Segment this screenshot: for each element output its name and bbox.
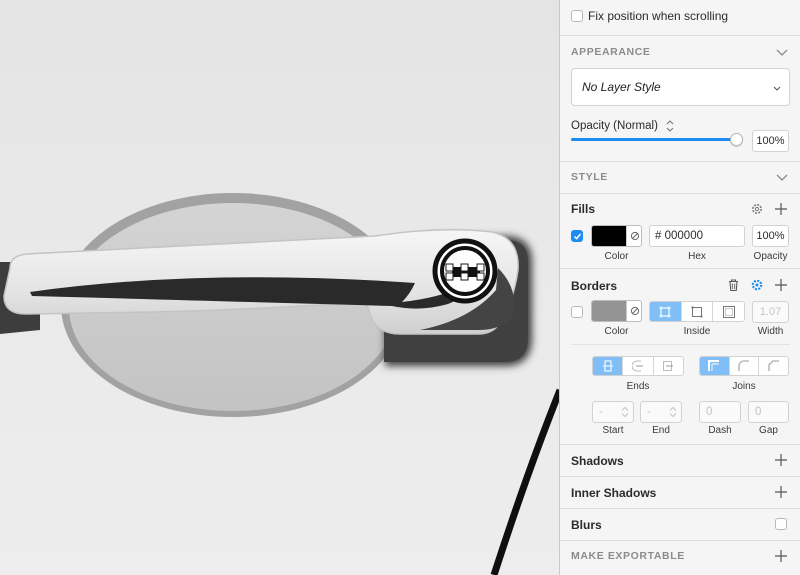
- appearance-section-title: APPEARANCE: [571, 46, 651, 58]
- style-section-title: STYLE: [571, 171, 608, 183]
- add-fill-plus-icon[interactable]: [774, 202, 788, 216]
- border-color-preview: [592, 301, 626, 321]
- divider: [560, 540, 800, 541]
- up-down-chevron-icon: [621, 406, 629, 418]
- divider: [560, 444, 800, 445]
- fills-title: Fills: [571, 202, 596, 216]
- border-position-segmented-control[interactable]: [649, 301, 745, 322]
- layer-style-dropdown[interactable]: No Layer Style: [571, 68, 790, 106]
- blurs-title: Blurs: [571, 518, 602, 532]
- chevron-down-icon[interactable]: [774, 44, 790, 60]
- round-join-icon: [738, 360, 749, 371]
- ends-label: Ends: [626, 381, 650, 392]
- fill-color-label: Color: [604, 251, 629, 262]
- make-exportable-title: MAKE EXPORTABLE: [571, 550, 685, 562]
- add-shadow-plus-icon[interactable]: [774, 453, 788, 467]
- joins-label: Joins: [732, 381, 756, 392]
- butt-cap-icon: [602, 360, 613, 372]
- join-bevel-option[interactable]: [759, 357, 788, 375]
- gap-label: Gap: [759, 425, 778, 436]
- inspector-panel: Fix position when scrolling APPEARANCE N…: [559, 0, 800, 575]
- dash-input[interactable]: 0: [699, 401, 741, 423]
- up-down-chevron-icon[interactable]: [665, 119, 675, 133]
- up-down-chevron-icon: [669, 406, 677, 418]
- start-label: Start: [602, 425, 624, 436]
- end-round-option[interactable]: [623, 357, 654, 375]
- fill-hex-input[interactable]: # 000000: [649, 225, 745, 247]
- hex-value: 000000: [664, 230, 703, 242]
- end-butt-option[interactable]: [593, 357, 624, 375]
- round-cap-icon: [631, 360, 643, 372]
- fix-position-checkbox[interactable]: [571, 10, 583, 22]
- gear-icon[interactable]: [750, 278, 764, 292]
- square-cap-icon: [663, 361, 674, 371]
- dash-label: Dash: [708, 425, 732, 436]
- divider: [560, 161, 800, 162]
- fill-color-preview: [592, 226, 626, 246]
- keyhole[interactable]: [432, 238, 498, 304]
- border-position-label: Inside: [683, 326, 711, 337]
- fill-color-swatch[interactable]: [591, 225, 642, 247]
- divider: [571, 344, 790, 345]
- divider: [560, 268, 800, 269]
- opacity-slider-track[interactable]: [571, 138, 743, 141]
- divider: [560, 476, 800, 477]
- fix-position-label: Fix position when scrolling: [588, 9, 729, 23]
- design-canvas[interactable]: [0, 0, 559, 575]
- border-color-swatch[interactable]: [591, 300, 642, 322]
- fill-opacity-input[interactable]: 100%: [752, 225, 789, 247]
- border-width-label: Width: [757, 326, 784, 337]
- start-arrow-select[interactable]: -: [592, 401, 634, 423]
- border-inside-icon: [659, 305, 672, 318]
- inner-shadows-title: Inner Shadows: [571, 486, 657, 500]
- border-outside-option[interactable]: [713, 302, 744, 321]
- color-variable-icon[interactable]: [626, 226, 641, 246]
- add-export-plus-icon[interactable]: [774, 549, 788, 563]
- opacity-slider-fill: [571, 138, 743, 141]
- blur-enabled-checkbox[interactable]: [775, 518, 787, 530]
- divider: [560, 508, 800, 509]
- end-label: End: [652, 425, 670, 436]
- line-ends-segmented-control[interactable]: [592, 356, 684, 376]
- fill-opacity-label: Opacity: [753, 251, 788, 262]
- border-center-icon: [691, 306, 703, 317]
- color-variable-icon[interactable]: [626, 301, 641, 321]
- end-arrow-value: -: [647, 406, 651, 418]
- end-arrow-select[interactable]: -: [640, 401, 682, 423]
- fill-enabled-checkbox[interactable]: [571, 230, 583, 242]
- hex-prefix: #: [655, 230, 662, 242]
- border-outside-icon: [722, 305, 735, 318]
- fill-hex-label: Hex: [688, 251, 706, 262]
- car-door-handle-artwork: [0, 193, 559, 575]
- bevel-join-icon: [767, 360, 779, 371]
- border-center-option[interactable]: [682, 302, 714, 321]
- divider: [560, 35, 800, 36]
- border-inside-option[interactable]: [650, 302, 682, 321]
- start-arrow-value: -: [599, 406, 603, 418]
- opacity-blend-label[interactable]: Opacity (Normal): [571, 120, 658, 132]
- add-border-plus-icon[interactable]: [774, 278, 788, 292]
- chevron-down-icon[interactable]: [774, 169, 790, 185]
- trash-icon[interactable]: [727, 278, 740, 292]
- border-color-label: Color: [604, 326, 629, 337]
- border-width-input[interactable]: 1.07: [752, 301, 789, 323]
- miter-join-icon: [708, 360, 720, 371]
- opacity-input[interactable]: 100%: [752, 130, 789, 152]
- line-joins-segmented-control[interactable]: [699, 356, 789, 376]
- end-square-option[interactable]: [654, 357, 683, 375]
- join-round-option[interactable]: [730, 357, 760, 375]
- opacity-slider-knob[interactable]: [730, 133, 743, 146]
- layer-style-value: No Layer Style: [582, 80, 661, 94]
- add-inner-shadow-plus-icon[interactable]: [774, 485, 788, 499]
- checkmark-icon: [573, 233, 582, 240]
- gap-input[interactable]: 0: [748, 401, 789, 423]
- join-miter-option[interactable]: [700, 357, 730, 375]
- shadows-title: Shadows: [571, 454, 624, 468]
- chevron-down-icon: [773, 86, 781, 91]
- borders-title: Borders: [571, 279, 618, 293]
- divider: [560, 193, 800, 194]
- gear-icon[interactable]: [750, 202, 764, 216]
- border-enabled-checkbox[interactable]: [571, 306, 583, 318]
- door-seam-line: [490, 388, 559, 575]
